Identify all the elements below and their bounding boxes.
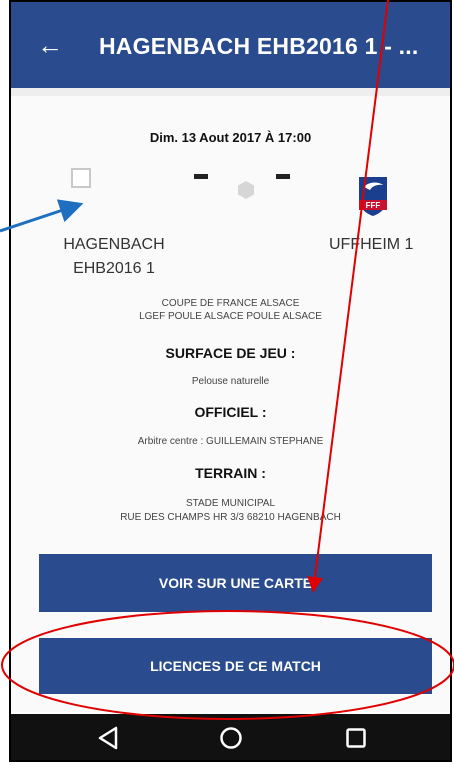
- score-home-dash: [194, 174, 208, 179]
- ball-hexagon-icon: [238, 181, 254, 199]
- phone-screen: ← HAGENBACH EHB2016 1 - ... Dim. 13 Aout…: [9, 0, 452, 762]
- match-datetime: Dim. 13 Aout 2017 À 17:00: [149, 130, 312, 145]
- surface-value: Pelouse naturelle: [191, 376, 270, 387]
- app-bar-shadow: [11, 88, 450, 96]
- home-team-name: HAGENBACH EHB2016 1: [49, 233, 179, 281]
- home-team-name-line1: HAGENBACH: [63, 236, 165, 253]
- fff-logo-text: FFF: [366, 201, 381, 210]
- officiel-value: Arbitre centre : GUILLEMAIN STEPHANE: [137, 436, 324, 447]
- arrow-left-icon[interactable]: ←: [37, 32, 63, 58]
- match-licences-button[interactable]: LICENCES DE CE MATCH: [39, 638, 432, 694]
- terrain-name: STADE MUNICIPAL: [185, 498, 276, 509]
- fff-logo: FFF: [359, 177, 387, 216]
- home-team-logo-placeholder-icon: [71, 168, 91, 188]
- recents-square-icon[interactable]: [345, 726, 367, 750]
- terrain-address: RUE DES CHAMPS HR 3/3 68210 HAGENBACH: [120, 512, 341, 523]
- android-nav-bar: [11, 714, 450, 760]
- back-triangle-icon[interactable]: [97, 726, 119, 750]
- competition-name: COUPE DE FRANCE ALSACE: [161, 298, 300, 309]
- surface-heading: SURFACE DE JEU :: [165, 345, 296, 361]
- page-title: HAGENBACH EHB2016 1 - ...: [99, 33, 419, 59]
- competition-group: LGEF POULE ALSACE POULE ALSACE: [139, 311, 322, 322]
- terrain-heading: TERRAIN :: [195, 465, 266, 481]
- home-circle-icon[interactable]: [219, 726, 243, 750]
- score-away-dash: [276, 174, 290, 179]
- away-team-name: UFFHEIM 1: [329, 236, 414, 253]
- officiel-heading: OFFICIEL :: [194, 404, 267, 420]
- app-bar: ← HAGENBACH EHB2016 1 - ...: [11, 2, 450, 88]
- view-on-map-button[interactable]: VOIR SUR UNE CARTE: [39, 554, 432, 612]
- home-team-name-line2: EHB2016 1: [73, 260, 155, 277]
